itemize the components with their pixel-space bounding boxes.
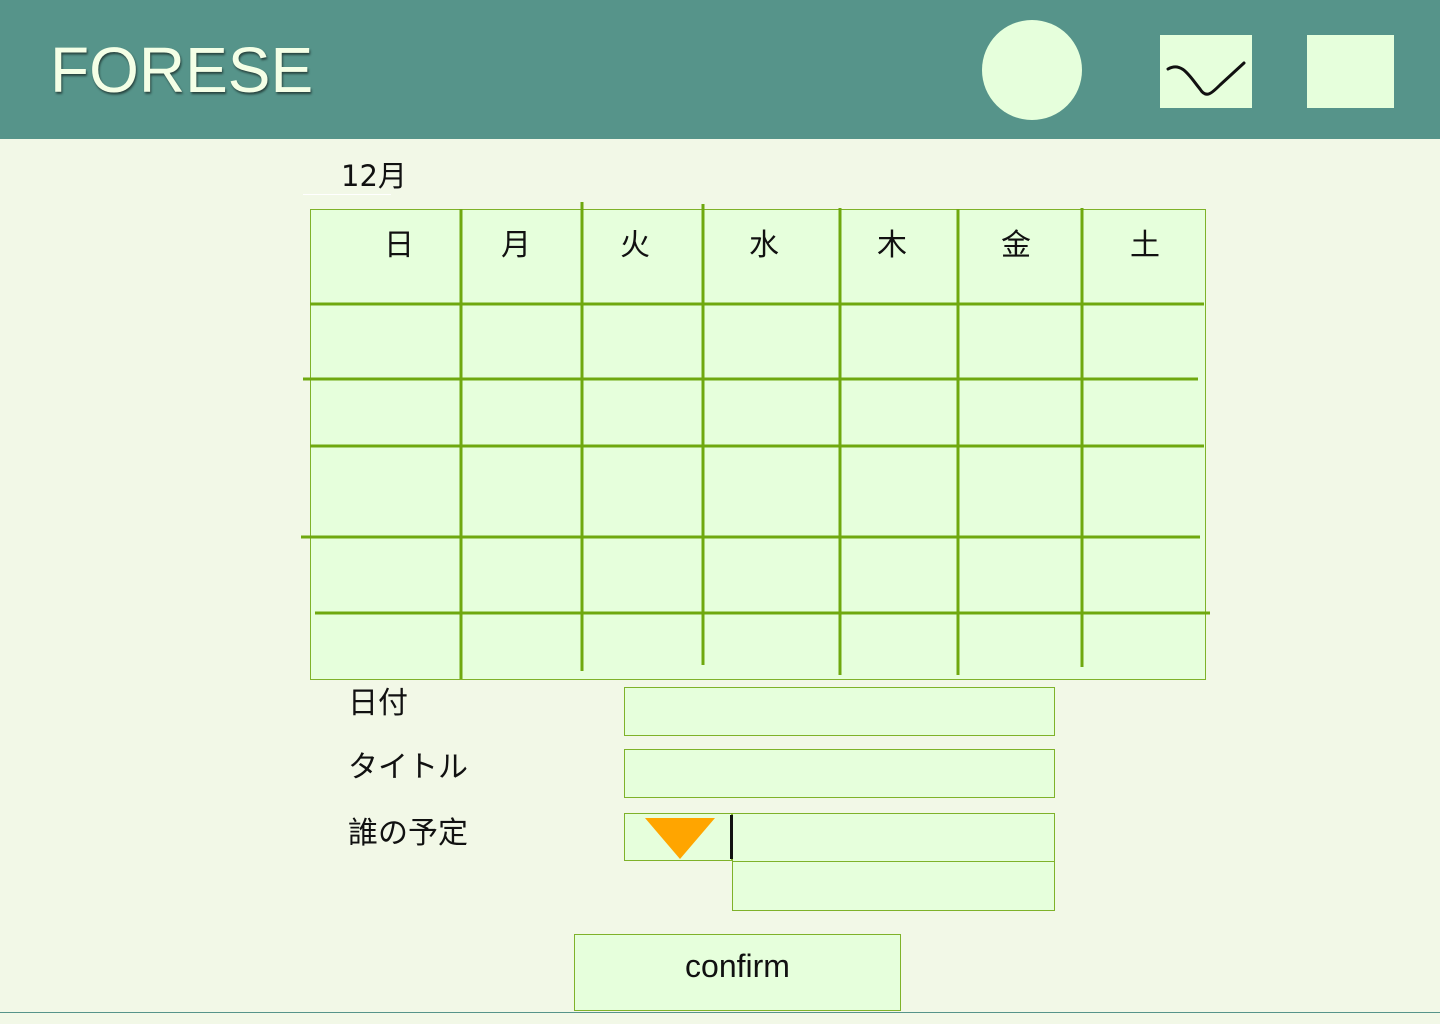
who-label: 誰の予定	[348, 816, 468, 851]
calendar-day-cell[interactable]	[842, 448, 956, 535]
bottom-divider	[0, 1012, 1440, 1013]
who-dropdown-toggle[interactable]	[624, 813, 732, 861]
weekday-sat: 土	[1130, 228, 1160, 263]
calendar-day-cell[interactable]	[312, 539, 459, 611]
calendar-day-cell[interactable]	[584, 615, 701, 677]
weekday-tue: 火	[620, 228, 650, 263]
calendar-day-cell[interactable]	[1084, 381, 1202, 444]
calendar-day-cell[interactable]	[1084, 448, 1202, 535]
calendar-day-cell[interactable]	[842, 615, 956, 677]
confirm-button[interactable]: confirm	[574, 934, 901, 1011]
app-header: FORESE	[0, 0, 1440, 139]
calendar-day-cell[interactable]	[463, 615, 580, 677]
weekday-thu: 木	[877, 228, 907, 263]
calendar-day-cell[interactable]	[584, 306, 701, 377]
calendar-day-cell[interactable]	[705, 615, 838, 677]
calendar-day-cell[interactable]	[584, 539, 701, 611]
check-icon[interactable]	[1160, 35, 1252, 108]
month-label: 12月	[341, 159, 407, 193]
calendar-day-cell[interactable]	[960, 306, 1080, 377]
calendar-day-cell[interactable]	[705, 381, 838, 444]
calendar-day-cell[interactable]	[960, 448, 1080, 535]
weekday-sun: 日	[384, 228, 414, 263]
calendar-day-cell[interactable]	[1084, 306, 1202, 377]
calendar-day-cell[interactable]	[960, 539, 1080, 611]
date-label: 日付	[348, 686, 408, 721]
calendar-day-cell[interactable]	[1084, 615, 1202, 677]
weekday-fri: 金	[1001, 228, 1031, 263]
calendar-day-cell[interactable]	[463, 539, 580, 611]
calendar-day-cell[interactable]	[312, 448, 459, 535]
calendar-day-cell[interactable]	[842, 539, 956, 611]
calendar-day-cell[interactable]	[1084, 539, 1202, 611]
calendar-day-cell[interactable]	[463, 381, 580, 444]
square-icon[interactable]	[1307, 35, 1394, 108]
weekday-wed: 水	[749, 228, 779, 263]
calendar-day-cell[interactable]	[842, 306, 956, 377]
text-caret	[730, 815, 733, 859]
calendar-day-cell[interactable]	[960, 381, 1080, 444]
title-field[interactable]	[624, 749, 1055, 798]
calendar-day-cell[interactable]	[705, 539, 838, 611]
circle-icon[interactable]	[982, 20, 1082, 120]
who-field[interactable]	[732, 813, 1055, 862]
who-option[interactable]	[732, 861, 1055, 911]
calendar-day-cell[interactable]	[705, 306, 838, 377]
check-icon-glyph	[1166, 61, 1246, 96]
calendar-day-cell[interactable]	[312, 381, 459, 444]
dropdown-arrow-icon	[645, 818, 715, 859]
calendar-day-cell[interactable]	[842, 381, 956, 444]
calendar-day-cell[interactable]	[705, 448, 838, 535]
calendar-day-cell[interactable]	[584, 381, 701, 444]
calendar-day-cell[interactable]	[312, 306, 459, 377]
calendar-day-cell[interactable]	[312, 615, 459, 677]
title-label: タイトル	[348, 750, 468, 785]
calendar-day-cell[interactable]	[463, 448, 580, 535]
calendar-day-cell[interactable]	[584, 448, 701, 535]
month-underline	[303, 194, 391, 195]
date-field[interactable]	[624, 687, 1055, 736]
calendar-day-cell[interactable]	[960, 615, 1080, 677]
calendar-day-cell[interactable]	[463, 306, 580, 377]
weekday-mon: 月	[501, 228, 531, 263]
app-logo: FORESE	[50, 34, 314, 106]
